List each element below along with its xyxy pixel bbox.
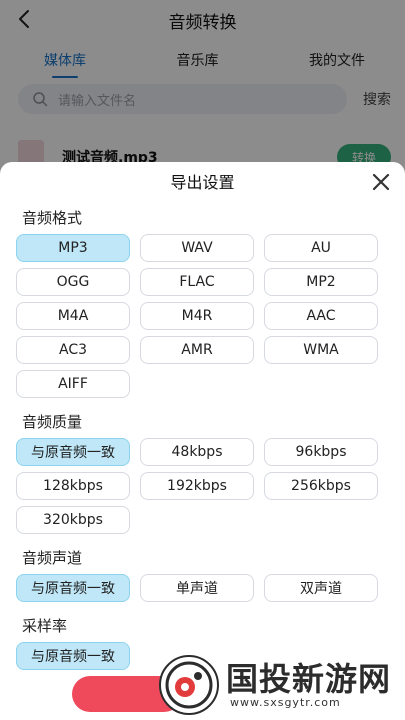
format-option[interactable]: WMA	[264, 336, 378, 364]
channel-option[interactable]: 与原音频一致	[16, 574, 130, 602]
format-option[interactable]: AAC	[264, 302, 378, 330]
format-option[interactable]: M4R	[140, 302, 254, 330]
audio-channel-options: 与原音频一致 单声道 双声道	[0, 574, 405, 602]
format-option[interactable]: FLAC	[140, 268, 254, 296]
section-title-audio-quality: 音频质量	[22, 412, 83, 431]
quality-option[interactable]: 48kbps	[140, 438, 254, 466]
quality-option[interactable]: 与原音频一致	[16, 438, 130, 466]
audio-format-options: MP3 WAV AU OGG FLAC MP2 M4A M4R AAC AC3 …	[0, 234, 405, 398]
section-title-audio-format: 音频格式	[22, 208, 83, 227]
format-option[interactable]: WAV	[140, 234, 254, 262]
quality-option[interactable]: 96kbps	[264, 438, 378, 466]
sheet-title: 导出设置	[170, 173, 235, 192]
format-option[interactable]: AC3	[16, 336, 130, 364]
format-option[interactable]: AU	[264, 234, 378, 262]
format-option[interactable]: AMR	[140, 336, 254, 364]
channel-option[interactable]: 单声道	[140, 574, 254, 602]
quality-option[interactable]: 128kbps	[16, 472, 130, 500]
site-watermark: 国投新游网 www.sxsgytr.com	[154, 650, 405, 720]
format-option[interactable]: AIFF	[16, 370, 130, 398]
quality-option[interactable]: 320kbps	[16, 506, 130, 534]
audio-quality-options: 与原音频一致 48kbps 96kbps 128kbps 192kbps 256…	[0, 438, 405, 534]
quality-option[interactable]: 256kbps	[264, 472, 378, 500]
format-option[interactable]: MP2	[264, 268, 378, 296]
format-option[interactable]: OGG	[16, 268, 130, 296]
watermark-logo-icon	[159, 655, 219, 715]
watermark-url: www.sxsgytr.com	[230, 696, 341, 709]
sheet-header: 导出设置	[0, 162, 405, 200]
format-option[interactable]: MP3	[16, 234, 130, 262]
section-title-sample-rate: 采样率	[22, 616, 68, 635]
quality-option[interactable]: 192kbps	[140, 472, 254, 500]
close-icon[interactable]	[371, 172, 391, 192]
export-settings-sheet: 导出设置 音频格式 MP3 WAV AU OGG FLAC MP2 M4A M4…	[0, 162, 405, 720]
watermark-text: 国投新游网	[226, 660, 392, 698]
section-title-audio-channel: 音频声道	[22, 548, 83, 567]
format-option[interactable]: M4A	[16, 302, 130, 330]
channel-option[interactable]: 双声道	[264, 574, 378, 602]
sample-rate-option[interactable]: 与原音频一致	[16, 642, 130, 670]
